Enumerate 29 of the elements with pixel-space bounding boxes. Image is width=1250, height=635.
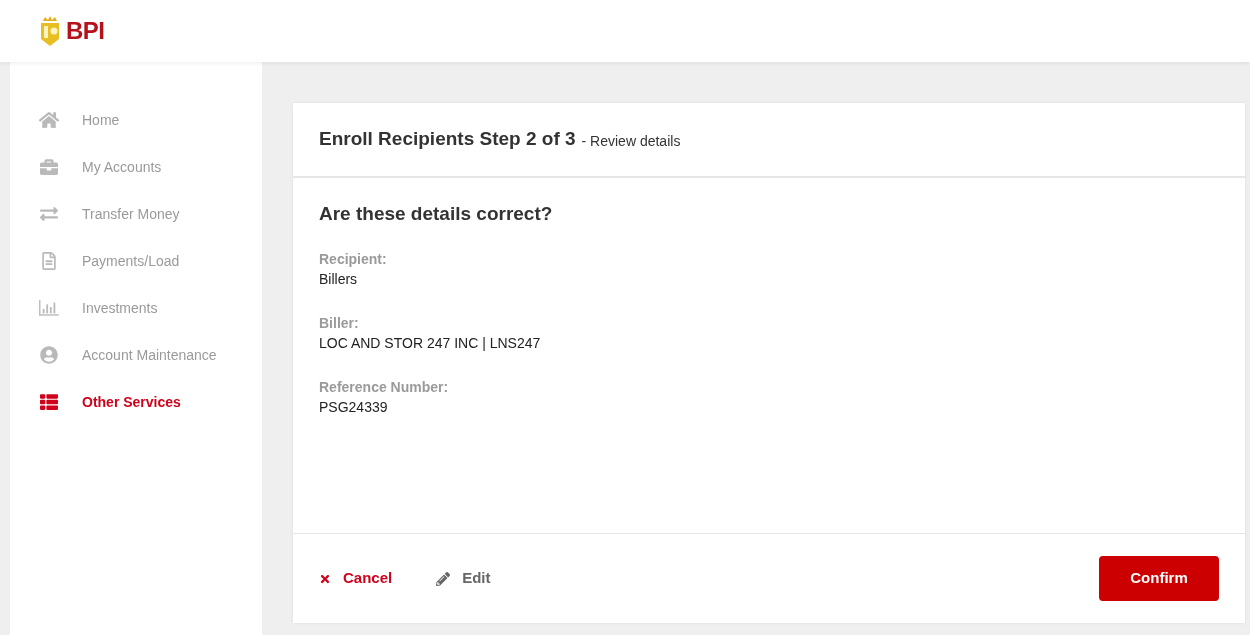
confirm-button[interactable]: Confirm [1099, 556, 1219, 601]
list-icon [38, 393, 60, 411]
sidebar-item[interactable]: Other Services [10, 390, 262, 414]
close-icon [319, 572, 331, 585]
sidebar-item[interactable]: My Accounts [10, 155, 262, 179]
confirmation-question: Are these details correct? [319, 202, 554, 226]
field-value: Billers [319, 269, 359, 289]
card-subtitle: - Review details [581, 131, 681, 151]
cancel-link[interactable]: Cancel [319, 567, 393, 590]
sidebar-item[interactable]: Account Maintenance [10, 343, 262, 367]
crest-icon [38, 15, 62, 47]
home-icon [38, 111, 60, 129]
sidebar-item[interactable]: Transfer Money [10, 202, 262, 226]
field-label: Reference Number: [319, 377, 450, 397]
sidebar-item[interactable]: Investments [10, 296, 262, 320]
field-label: Biller: [319, 313, 360, 333]
field-value: PSG24339 [319, 397, 389, 417]
edit-link[interactable]: Edit [436, 567, 491, 590]
field-value: LOC AND STOR 247 INC | LNS247 [319, 333, 542, 353]
logo-text[interactable]: BPI [66, 13, 105, 49]
user-icon [38, 346, 60, 364]
field-label: Recipient: [319, 249, 388, 269]
sidebar-item[interactable]: Home [10, 108, 262, 132]
sidebar-item[interactable]: Payments/Load [10, 249, 262, 273]
briefcase-icon [38, 158, 60, 176]
pencil-icon [436, 571, 451, 586]
arrows-icon [38, 205, 60, 223]
card-title: Enroll Recipients Step 2 of 3 [319, 127, 576, 152]
bar-chart-icon [38, 299, 60, 317]
